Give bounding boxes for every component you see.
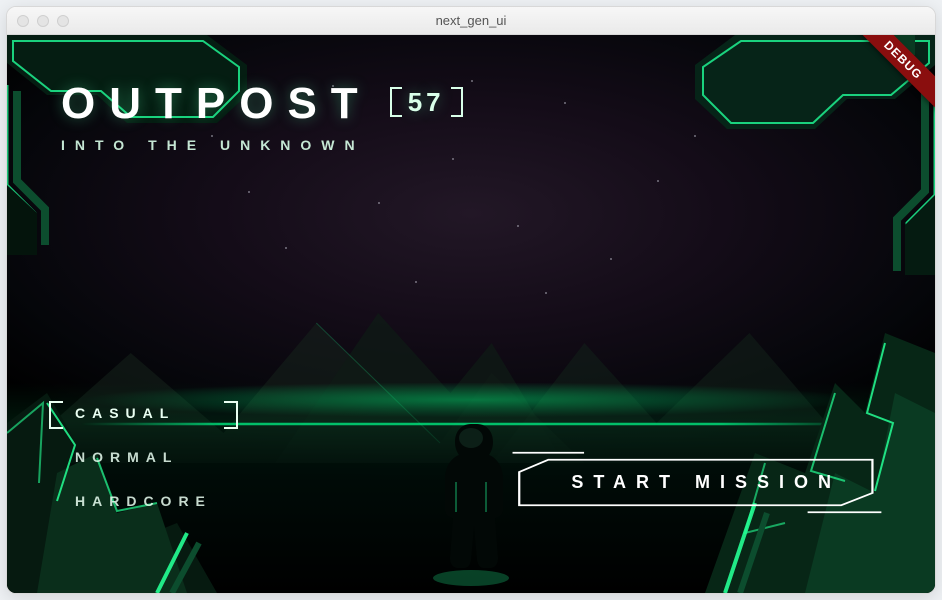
game-viewport: DEBUG OUTPOST 57 INTO THE UNKNOWN CASUAL…: [7, 35, 935, 593]
difficulty-selector: CASUAL NORMAL HARDCORE: [65, 401, 222, 513]
difficulty-option-hardcore[interactable]: HARDCORE: [65, 489, 222, 513]
difficulty-option-casual[interactable]: CASUAL: [65, 401, 222, 425]
window-controls: [17, 15, 69, 27]
astronaut-silhouette: [426, 418, 516, 593]
difficulty-option-normal[interactable]: NORMAL: [65, 445, 222, 469]
window-title: next_gen_ui: [7, 13, 935, 28]
start-mission-button[interactable]: START MISSION: [517, 458, 875, 507]
window-close-icon[interactable]: [17, 15, 29, 27]
game-subtitle: INTO THE UNKNOWN: [61, 137, 467, 153]
app-window: next_gen_ui: [6, 6, 936, 594]
game-title-badge: 57: [386, 87, 467, 118]
window-minimize-icon[interactable]: [37, 15, 49, 27]
game-title: OUTPOST 57: [61, 79, 467, 129]
game-title-text: OUTPOST: [61, 79, 372, 129]
foreground-rocks-right: [635, 293, 935, 593]
window-titlebar: next_gen_ui: [7, 7, 935, 35]
window-zoom-icon[interactable]: [57, 15, 69, 27]
title-block: OUTPOST 57 INTO THE UNKNOWN: [61, 79, 467, 153]
